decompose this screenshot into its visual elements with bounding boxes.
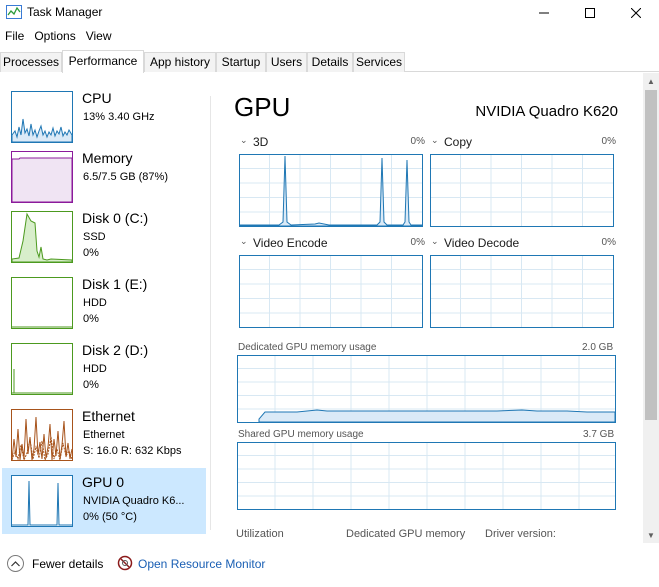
menu-options[interactable]: Options bbox=[29, 27, 80, 45]
dedicated-memory-graph bbox=[237, 355, 616, 423]
tab-services[interactable]: Services bbox=[353, 52, 405, 72]
sidebar-cpu-detail: 13% 3.40 GHz bbox=[83, 111, 155, 123]
resource-monitor-icon[interactable] bbox=[117, 555, 133, 571]
chevron-up-icon[interactable] bbox=[7, 555, 24, 572]
chevron-down-icon[interactable]: ⌄ bbox=[240, 236, 248, 247]
tab-users[interactable]: Users bbox=[266, 52, 307, 72]
tab-processes[interactable]: Processes bbox=[0, 52, 62, 72]
maximize-button[interactable] bbox=[567, 0, 613, 26]
scroll-down-icon[interactable]: ▼ bbox=[643, 527, 659, 543]
sidebar-disk-1-type: HDD bbox=[83, 297, 107, 309]
engine-video-encode-label[interactable]: Video Encode bbox=[253, 236, 328, 250]
sidebar-gpu-0-title: GPU 0 bbox=[82, 474, 125, 490]
memory-thumbnail-graph bbox=[11, 151, 73, 203]
engine-video-decode-percent: 0% bbox=[601, 237, 616, 248]
tab-startup[interactable]: Startup bbox=[216, 52, 266, 72]
gpu-0-thumbnail-graph bbox=[11, 475, 73, 527]
stat-dedicated-memory-label: Dedicated GPU memory bbox=[346, 528, 466, 540]
vertical-scrollbar[interactable]: ▲ ▼ bbox=[643, 73, 659, 543]
sidebar-disk-0-usage: 0% bbox=[83, 247, 99, 259]
scroll-up-icon[interactable]: ▲ bbox=[643, 73, 659, 89]
menu-bar: File Options View bbox=[0, 27, 117, 45]
sidebar-cpu-title: CPU bbox=[82, 90, 112, 106]
gpu-model-name: NVIDIA Quadro K620 bbox=[475, 103, 618, 120]
panel-divider bbox=[210, 96, 211, 530]
sidebar-ethernet-adapter: Ethernet bbox=[83, 429, 125, 441]
menu-view[interactable]: View bbox=[81, 27, 117, 45]
sidebar-disk-1-usage: 0% bbox=[83, 313, 99, 325]
menu-file[interactable]: File bbox=[0, 27, 29, 45]
sidebar-ethernet-throughput: S: 16.0 R: 632 Kbps bbox=[83, 445, 182, 457]
sidebar-ethernet-title: Ethernet bbox=[82, 408, 135, 424]
chevron-down-icon[interactable]: ⌄ bbox=[431, 236, 439, 247]
dedicated-memory-max: 2.0 GB bbox=[582, 342, 614, 353]
sidebar-gpu-0-model: NVIDIA Quadro K6... bbox=[83, 495, 185, 507]
shared-memory-graph bbox=[237, 442, 616, 510]
title-bar: Task Manager bbox=[0, 0, 659, 26]
sidebar-disk-2-title: Disk 2 (D:) bbox=[82, 342, 149, 358]
sidebar-disk-2-type: HDD bbox=[83, 363, 107, 375]
minimize-icon bbox=[539, 12, 549, 14]
maximize-icon bbox=[585, 8, 595, 18]
tab-app-history[interactable]: App history bbox=[144, 52, 216, 72]
sidebar-disk-0-type: SSD bbox=[83, 231, 106, 243]
tab-details[interactable]: Details bbox=[307, 52, 353, 72]
sidebar-item-disk-1[interactable]: Disk 1 (E:) HDD 0% bbox=[2, 270, 206, 336]
sidebar-item-gpu-0[interactable]: GPU 0 NVIDIA Quadro K6... 0% (50 °C) bbox=[2, 468, 206, 534]
window-title: Task Manager bbox=[27, 5, 103, 19]
sidebar-disk-2-usage: 0% bbox=[83, 379, 99, 391]
sidebar-item-ethernet[interactable]: Ethernet Ethernet S: 16.0 R: 632 Kbps bbox=[2, 402, 206, 468]
disk-1-thumbnail-graph bbox=[11, 277, 73, 329]
sidebar-disk-1-title: Disk 1 (E:) bbox=[82, 276, 148, 292]
ethernet-thumbnail-graph bbox=[11, 409, 73, 461]
sidebar-gpu-0-usage: 0% (50 °C) bbox=[83, 511, 137, 523]
dedicated-memory-label: Dedicated GPU memory usage bbox=[238, 342, 377, 353]
page-title: GPU bbox=[234, 92, 291, 122]
tab-performance[interactable]: Performance bbox=[62, 50, 144, 73]
stat-driver-version-label: Driver version: bbox=[485, 528, 556, 540]
sidebar-item-cpu[interactable]: CPU 13% 3.40 GHz bbox=[2, 84, 206, 150]
engine-video-decode-graph bbox=[430, 255, 614, 328]
engine-video-encode-percent: 0% bbox=[410, 237, 425, 248]
engine-video-encode-graph bbox=[239, 255, 423, 328]
task-manager-icon bbox=[6, 5, 22, 19]
engine-3d-graph bbox=[239, 154, 423, 227]
resource-sidebar: CPU 13% 3.40 GHz Memory 6.5/7.5 GB (87%)… bbox=[0, 84, 207, 534]
disk-2-thumbnail-graph bbox=[11, 343, 73, 395]
engine-copy-graph bbox=[430, 154, 614, 227]
tab-bar: Processes Performance App history Startu… bbox=[0, 50, 659, 73]
scroll-thumb[interactable] bbox=[645, 90, 657, 420]
close-icon bbox=[631, 8, 641, 18]
footer-bar: Fewer details Open Resource Monitor bbox=[0, 548, 659, 587]
engine-video-decode-label[interactable]: Video Decode bbox=[444, 236, 519, 250]
shared-memory-label: Shared GPU memory usage bbox=[238, 429, 364, 440]
chevron-up-glyph bbox=[11, 560, 20, 566]
task-manager-window: Task Manager File Options View Processes… bbox=[0, 0, 659, 587]
engine-3d-percent: 0% bbox=[410, 136, 425, 147]
cpu-thumbnail-graph bbox=[11, 91, 73, 143]
fewer-details-button[interactable]: Fewer details bbox=[32, 557, 103, 571]
sidebar-memory-detail: 6.5/7.5 GB (87%) bbox=[83, 171, 168, 183]
disk-0-thumbnail-graph bbox=[11, 211, 73, 263]
engine-3d-label[interactable]: 3D bbox=[253, 135, 268, 149]
engine-copy-percent: 0% bbox=[601, 136, 616, 147]
shared-memory-max: 3.7 GB bbox=[583, 429, 615, 440]
chevron-down-icon[interactable]: ⌄ bbox=[431, 135, 439, 146]
sidebar-memory-title: Memory bbox=[82, 150, 133, 166]
close-button[interactable] bbox=[613, 0, 659, 26]
open-resource-monitor-link[interactable]: Open Resource Monitor bbox=[138, 557, 265, 571]
minimize-button[interactable] bbox=[521, 0, 567, 26]
sidebar-item-memory[interactable]: Memory 6.5/7.5 GB (87%) bbox=[2, 144, 206, 210]
stat-utilization-label: Utilization bbox=[236, 528, 284, 540]
sidebar-item-disk-0[interactable]: Disk 0 (C:) SSD 0% bbox=[2, 204, 206, 270]
sidebar-item-disk-2[interactable]: Disk 2 (D:) HDD 0% bbox=[2, 336, 206, 402]
sidebar-disk-0-title: Disk 0 (C:) bbox=[82, 210, 149, 226]
chevron-down-icon[interactable]: ⌄ bbox=[240, 135, 248, 146]
engine-copy-label[interactable]: Copy bbox=[444, 135, 472, 149]
